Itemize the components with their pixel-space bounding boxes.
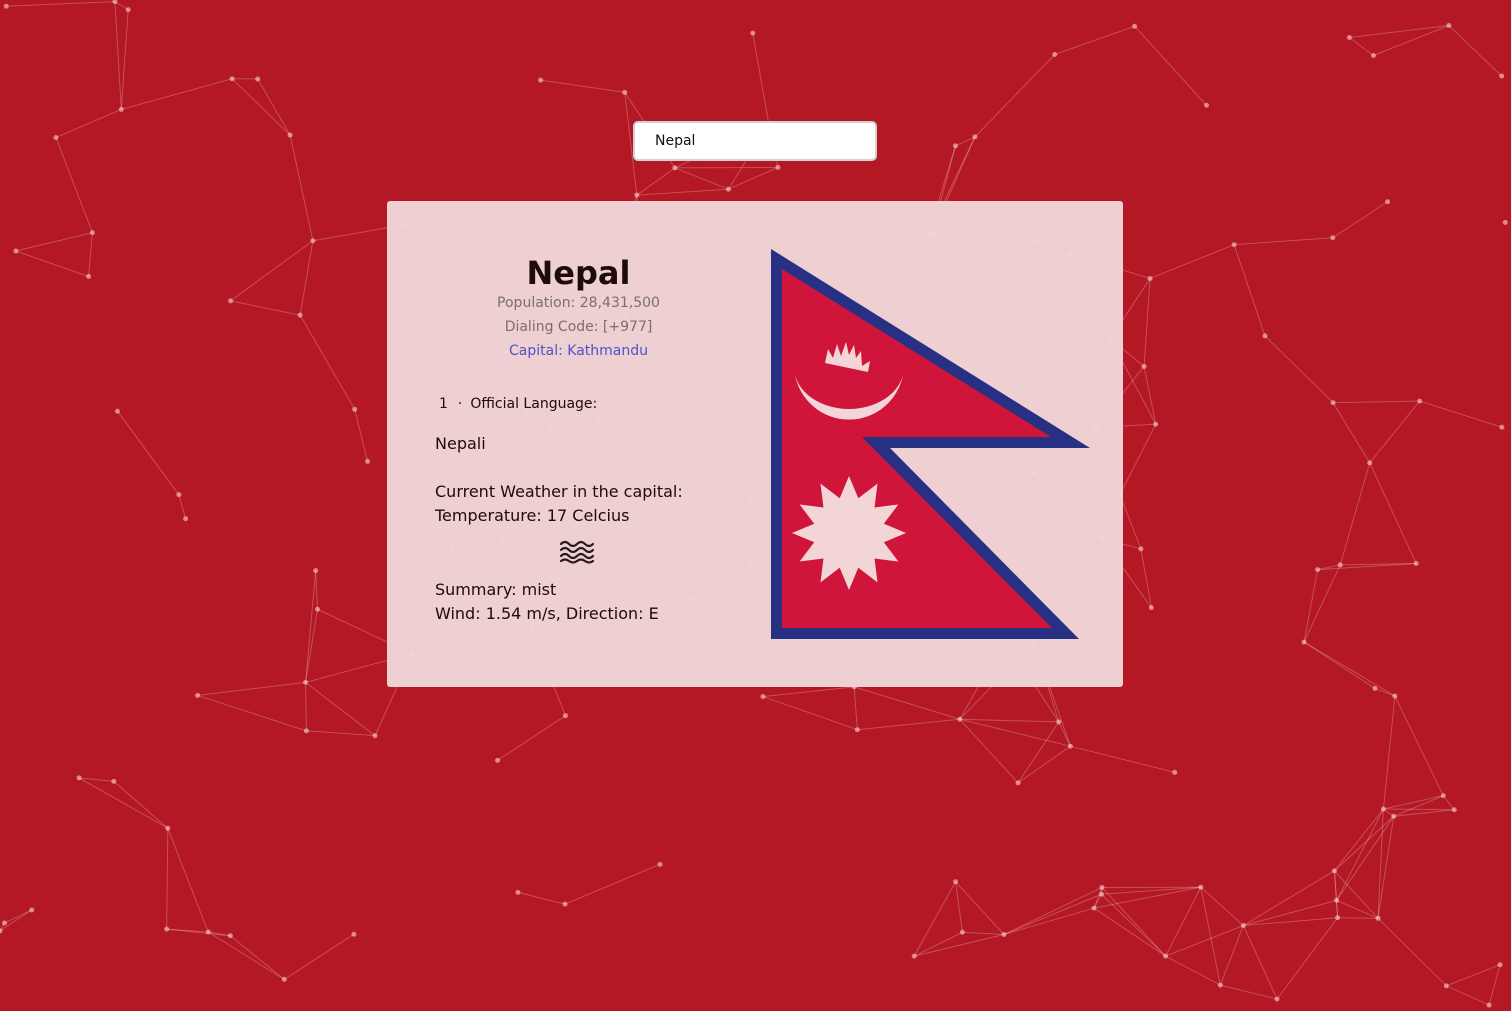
country-card: Nepal Population: 28,431,500 Dialing Cod… [387,201,1123,687]
official-language-row: 1 · Official Language: [439,394,597,414]
nepal-flag-image [771,249,1090,639]
country-name: Nepal [526,254,631,292]
official-language-label: Official Language: [470,396,598,412]
country-search-input[interactable] [633,121,877,161]
temperature-text: Temperature: 17 Celcius [435,506,630,525]
dialing-code-text: Dialing Code: [+977] [504,319,653,335]
weather-heading: Current Weather in the capital: [435,482,683,501]
separator-dot: · [457,396,463,412]
capital-link[interactable]: Capital: Kathmandu [387,341,770,361]
mist-icon [559,540,595,564]
weather-summary-text: Summary: mist [435,580,557,599]
language-item: Nepali [435,434,486,453]
wind-text: Wind: 1.54 m/s, Direction: E [435,604,659,623]
population-text: Population: 28,431,500 [497,295,660,311]
language-count: 1 [439,396,448,412]
